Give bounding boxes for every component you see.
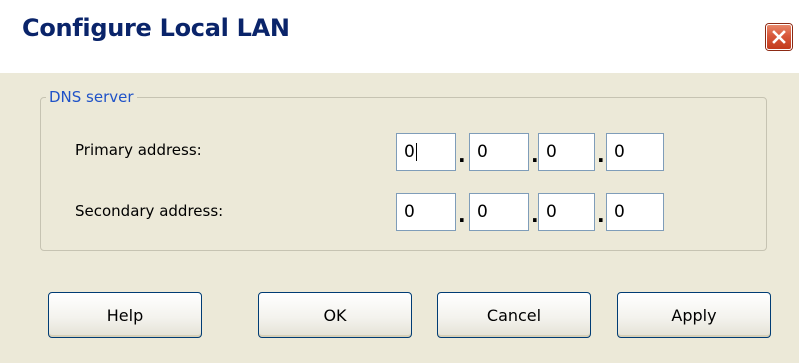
octet-separator: . (597, 143, 605, 167)
secondary-octet-2[interactable]: 0 (469, 193, 529, 231)
cancel-button[interactable]: Cancel (437, 292, 591, 338)
title-bar: Configure Local LAN (0, 0, 799, 73)
octet-separator: . (458, 143, 466, 167)
primary-octet-1[interactable]: 0 (396, 133, 456, 171)
secondary-address-label: Secondary address: (75, 202, 224, 220)
octet-separator: . (458, 203, 466, 227)
secondary-octet-3[interactable]: 0 (538, 193, 595, 231)
help-button[interactable]: Help (48, 292, 202, 338)
dns-server-legend: DNS server (46, 88, 137, 106)
window-title: Configure Local LAN (22, 14, 290, 42)
primary-octet-4[interactable]: 0 (606, 133, 664, 171)
close-icon (772, 30, 786, 44)
secondary-octet-1[interactable]: 0 (396, 193, 456, 231)
secondary-octet-4[interactable]: 0 (606, 193, 664, 231)
apply-button[interactable]: Apply (617, 292, 771, 338)
octet-separator: . (597, 203, 605, 227)
ok-button[interactable]: OK (258, 292, 412, 338)
close-button[interactable] (766, 24, 792, 50)
primary-address-label: Primary address: (75, 141, 202, 159)
primary-octet-3[interactable]: 0 (538, 133, 595, 171)
primary-octet-2[interactable]: 0 (469, 133, 529, 171)
text-caret (415, 143, 417, 161)
